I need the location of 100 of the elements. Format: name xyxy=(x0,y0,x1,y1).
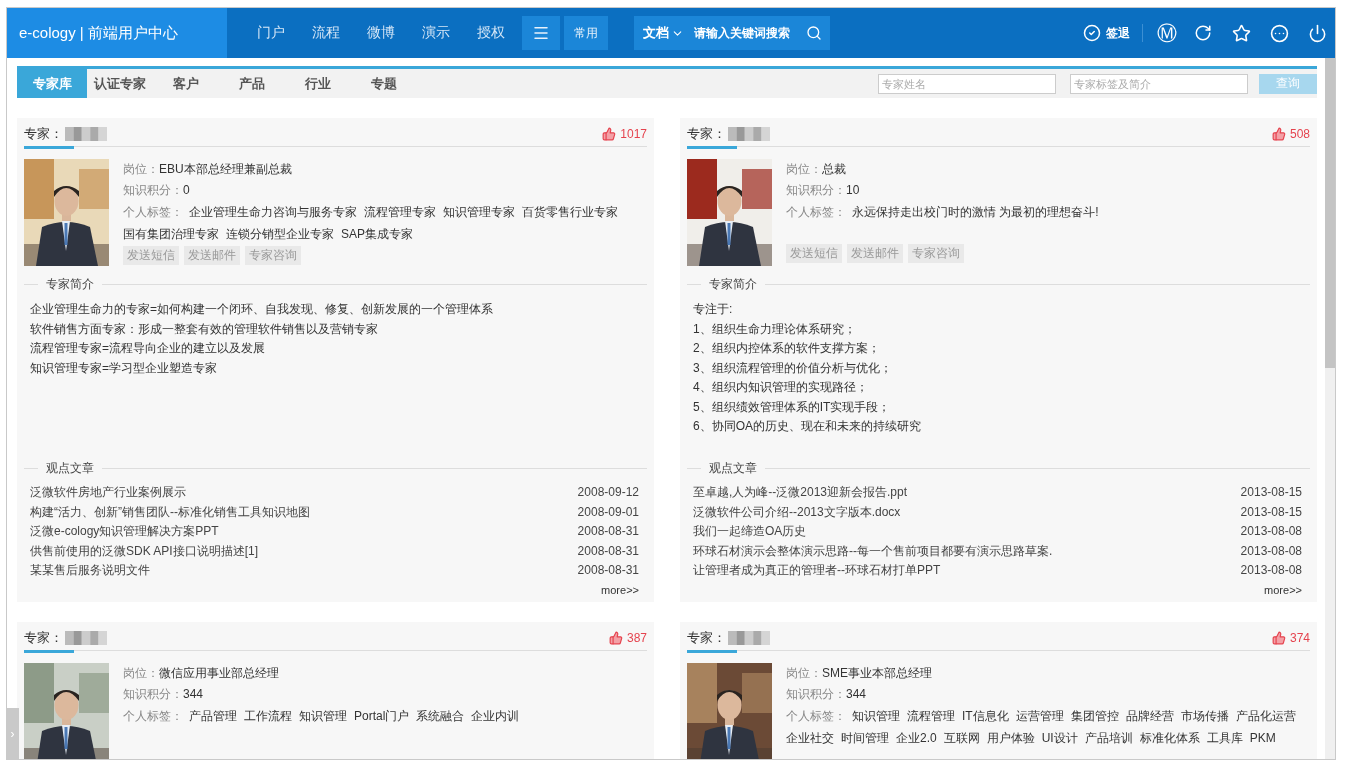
article-link[interactable]: 构建“活力、创新”销售团队--标准化销售工具知识地图 xyxy=(30,502,310,522)
tag-label[interactable]: 知识管理 xyxy=(299,708,347,723)
tags-label: 个人标签： xyxy=(123,708,183,723)
tag-label[interactable]: SAP集成专家 xyxy=(341,227,413,241)
position-text: 岗位：微信应用事业部总经理 xyxy=(123,664,280,682)
position-text: 岗位：EBU本部总经理兼副总裁 xyxy=(123,161,293,178)
tag-label[interactable]: 永远保持走出校门时的激情 为最初的理想奋斗! xyxy=(852,205,1099,219)
section-title: 专家简介 xyxy=(709,276,757,293)
like-count: 374 xyxy=(1289,630,1310,645)
tag-label[interactable]: 产品培训 xyxy=(1084,730,1133,745)
category-dropdown[interactable]: 文档 xyxy=(634,16,690,50)
article-link[interactable]: 供售前使用的泛微SDK API接口说明描述[1] xyxy=(30,541,259,561)
tag-label[interactable]: 流程管理 xyxy=(907,708,955,723)
app-logo[interactable]: e-cology | 前端用户中心 xyxy=(7,8,227,58)
redacted-name xyxy=(65,127,107,141)
tag-label[interactable]: UI设计 xyxy=(1041,730,1078,745)
tag-label[interactable]: 市场传播 xyxy=(1180,708,1229,723)
score-text: 知识积分：344 xyxy=(123,685,205,703)
expert-tag-field[interactable]: 专家标签及简介 xyxy=(1070,73,1248,94)
article-date: 2008-08-31 xyxy=(577,562,639,579)
check-circle-icon xyxy=(1083,24,1101,42)
section-title: 观点文章 xyxy=(46,460,94,477)
tag-label[interactable]: 工具库 xyxy=(1206,730,1243,745)
scrollbar[interactable] xyxy=(1325,58,1335,759)
tag-label[interactable]: 时间管理 xyxy=(841,730,889,745)
intro-line: 3、组织流程管理的价值分析与优化； xyxy=(693,359,893,377)
tag-label[interactable]: 运营管理 xyxy=(1015,708,1064,723)
intro-line: 软件销售方面专家：形成一整套有效的管理软件销售以及营销专家 xyxy=(30,320,379,338)
tab[interactable]: 专题 xyxy=(351,69,417,98)
article-date: 2008-09-12 xyxy=(577,484,639,501)
tag-label[interactable]: 用户体验 xyxy=(986,730,1035,745)
article-link[interactable]: 我们一起缔造OA历史 xyxy=(693,522,807,542)
tab[interactable]: 认证专家 xyxy=(87,69,153,98)
expert-label: 专家： xyxy=(24,628,63,647)
nav-link[interactable]: 微博 xyxy=(353,24,408,42)
article-link[interactable]: 让管理者成为真正的管理者--环球石材打单PPT xyxy=(693,561,941,581)
article-link[interactable]: 泛微软件房地产行业案例展示 xyxy=(30,483,186,503)
intro-line: 2、组织内控体系的软件支撑方案； xyxy=(693,340,881,357)
tag-label[interactable]: 标准化体系 xyxy=(1139,730,1200,745)
tag-label[interactable]: 企业管理生命力咨询与服务专家 xyxy=(189,205,357,219)
section-title: 专家简介 xyxy=(46,276,94,293)
menu-button[interactable] xyxy=(522,16,560,50)
intro-line: 知识管理专家=学习型企业塑造专家 xyxy=(30,359,218,377)
sign-out-button[interactable]: 签退 xyxy=(1083,24,1143,42)
tag-label[interactable]: IT信息化 xyxy=(962,708,1009,723)
intro-line: 企业管理生命力的专家=如何构建一个闭环、自我发现、修复、创新发展的一个管理体系 xyxy=(30,301,494,318)
thumbs-up-icon[interactable] xyxy=(1271,127,1286,141)
m-badge-button[interactable]: Ⓜ xyxy=(1157,19,1177,47)
tag-label[interactable]: 知识管理专家 xyxy=(443,205,515,219)
tag-label[interactable]: 互联网 xyxy=(943,730,980,745)
like-count: 508 xyxy=(1289,127,1310,141)
shortcut-button[interactable]: 常用 xyxy=(564,16,608,50)
tag-label[interactable]: 国有集团治理专家 xyxy=(123,227,219,241)
intro-line: 专注于: xyxy=(693,301,734,318)
article-link[interactable]: 某某售后服务说明文件 xyxy=(30,561,150,581)
tag-label[interactable]: 知识管理 xyxy=(852,708,900,723)
tag-label[interactable]: 连锁分销型企业专家 xyxy=(226,227,334,241)
tab[interactable]: 客户 xyxy=(153,69,219,98)
expert-label: 专家： xyxy=(687,628,726,647)
tag-label[interactable]: 品牌经营 xyxy=(1125,708,1174,723)
article-link[interactable]: 环球石材演示会整体演示思路--每一个售前项目都要有演示思路草案. xyxy=(693,541,1053,561)
intro-line: 1、组织生命力理论体系研究； xyxy=(693,320,857,338)
tag-label[interactable]: 产品化运营 xyxy=(1235,708,1296,723)
tag-label[interactable]: 企业社交 xyxy=(786,730,834,745)
like-count: 1017 xyxy=(620,127,647,141)
position-text: 岗位：SME事业本部总经理 xyxy=(786,664,933,682)
nav-link[interactable]: 授权 xyxy=(463,24,518,42)
tab[interactable]: 行业 xyxy=(285,69,351,98)
nav-link[interactable]: 演示 xyxy=(408,24,463,42)
article-date: 2013-08-08 xyxy=(1240,542,1302,560)
search-bar: 文档 请输入关键词搜索 xyxy=(634,16,830,50)
intro-line: 4、组织内知识管理的实现路径； xyxy=(693,379,869,396)
article-link[interactable]: 泛微e-cology知识管理解决方案PPT xyxy=(30,522,219,542)
tag-label[interactable]: 企业2.0 xyxy=(896,730,937,745)
tag-label[interactable]: Portal门户 xyxy=(354,708,410,723)
redacted-name xyxy=(728,630,770,645)
tag-label[interactable]: 系统融合 xyxy=(416,708,465,723)
redacted-name xyxy=(65,630,107,645)
tag-label[interactable]: 百货零售行业专家 xyxy=(522,205,618,219)
tag-label[interactable]: 流程管理专家 xyxy=(364,205,436,219)
tag-label[interactable]: PKM xyxy=(1249,730,1276,745)
more-link[interactable]: more>> xyxy=(1264,583,1302,596)
tag-label[interactable]: 工作流程 xyxy=(244,708,292,723)
expert-name-field[interactable]: 专家姓名 xyxy=(878,73,1056,94)
article-link[interactable]: 泛微软件公司介绍--2013文字版本.docx xyxy=(693,502,901,522)
tag-label[interactable]: 集团管控 xyxy=(1070,708,1119,723)
article-date: 2008-08-31 xyxy=(577,523,639,540)
menu-icon xyxy=(532,24,550,42)
tag-label[interactable]: 产品管理 xyxy=(189,708,237,723)
thumbs-up-icon[interactable] xyxy=(608,630,623,645)
nav-link[interactable]: 流程 xyxy=(298,24,353,42)
article-link[interactable]: 至卓越,人为峰--泛微2013迎新会报告.ppt xyxy=(693,483,908,503)
tag-label[interactable]: 企业内训 xyxy=(471,708,520,723)
position-text: 岗位：总裁 xyxy=(786,161,847,178)
thumbs-up-icon[interactable] xyxy=(602,127,617,141)
nav-link[interactable]: 门户 xyxy=(243,24,298,42)
like-count: 387 xyxy=(626,630,647,645)
tab[interactable]: 产品 xyxy=(219,69,285,98)
more-link[interactable]: more>> xyxy=(601,583,639,596)
thumbs-up-icon[interactable] xyxy=(1271,630,1286,645)
